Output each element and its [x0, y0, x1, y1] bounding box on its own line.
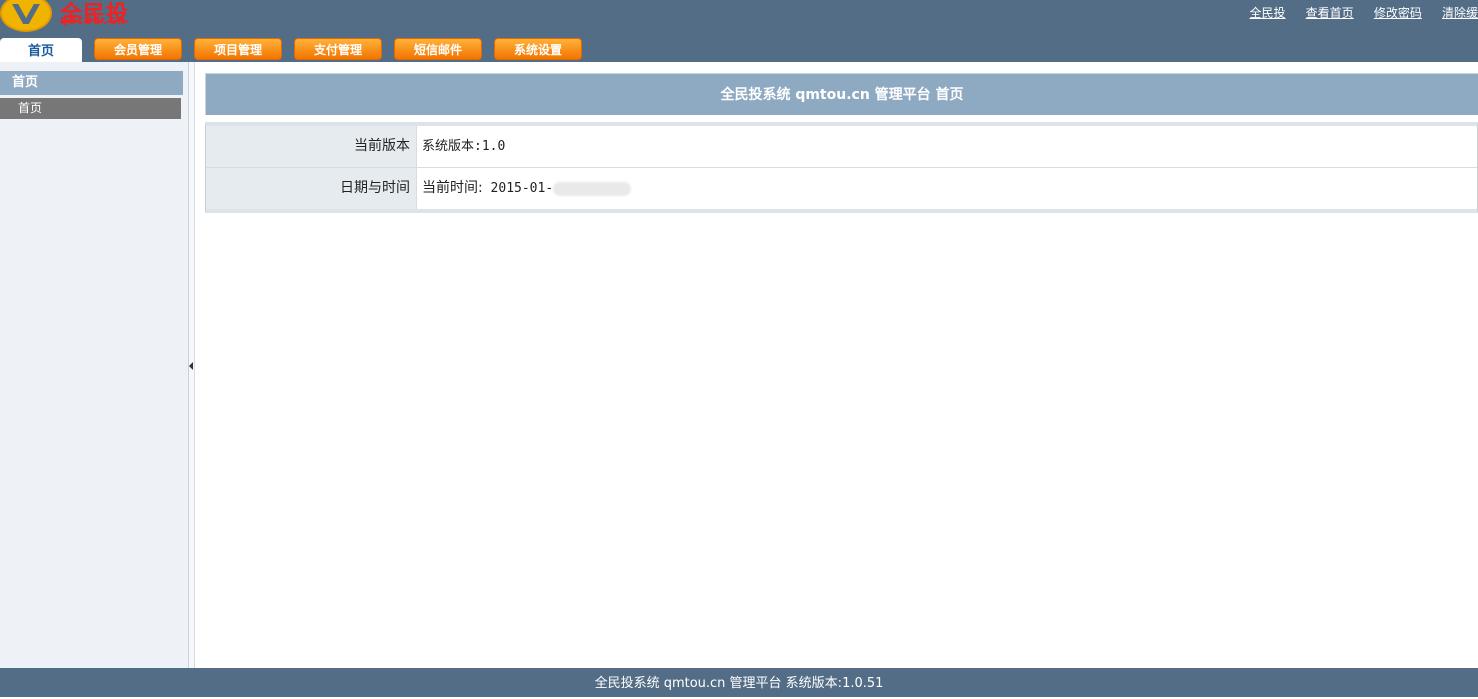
link-view-homepage[interactable]: 查看首页: [1306, 6, 1354, 20]
page-title: 全民投系统 qmtou.cn 管理平台 首页: [205, 73, 1478, 115]
tab-system-settings[interactable]: 系统设置: [494, 38, 582, 60]
link-site-name[interactable]: 全民投: [1250, 6, 1286, 20]
link-change-password[interactable]: 修改密码: [1374, 6, 1422, 20]
table-row: 日期与时间 当前时间: 2015-01-: [206, 168, 1477, 209]
tab-project-management[interactable]: 项目管理: [194, 38, 282, 60]
main-content: 全民投系统 qmtou.cn 管理平台 首页 当前版本 系统版本:1.0 日期与…: [205, 73, 1478, 213]
collapse-arrow-icon[interactable]: [189, 362, 193, 370]
tab-payment-management[interactable]: 支付管理: [294, 38, 382, 60]
logo-mark-icon: [0, 0, 52, 32]
tab-sms-email[interactable]: 短信邮件: [394, 38, 482, 60]
row-value-version: 系统版本:1.0: [417, 126, 505, 167]
version-text: 系统版本:1.0: [422, 139, 506, 154]
datetime-text: 2015-01-: [490, 181, 554, 196]
row-value-datetime: 当前时间: 2015-01-: [417, 168, 632, 209]
redacted-area: [553, 181, 632, 196]
tab-member-management[interactable]: 会员管理: [94, 38, 182, 60]
link-clear-cache[interactable]: 清除缓: [1442, 6, 1478, 20]
sidebar: 首页 首页: [0, 62, 189, 668]
sidebar-collapse-handle[interactable]: [189, 62, 195, 668]
row-label-version: 当前版本: [206, 126, 417, 167]
logo-domain: qmtou.cn: [60, 13, 126, 27]
row-label-datetime: 日期与时间: [206, 168, 417, 209]
info-table: 当前版本 系统版本:1.0 日期与时间 当前时间: 2015-01-: [205, 122, 1478, 213]
footer: 全民投系统 qmtou.cn 管理平台 系统版本:1.0.51: [0, 668, 1478, 697]
top-links: 全民投 查看首页 修改密码 清除缓: [1234, 4, 1478, 21]
sidebar-item-home[interactable]: 首页: [0, 98, 181, 119]
tab-home[interactable]: 首页: [0, 38, 82, 62]
sidebar-section-title[interactable]: 首页: [0, 71, 183, 95]
logo[interactable]: 全民投 qmtou.cn: [0, 0, 160, 32]
header-bar: 全民投 qmtou.cn 全民投 查看首页 修改密码 清除缓 首页 会员管理 项…: [0, 0, 1478, 62]
table-row: 当前版本 系统版本:1.0: [206, 126, 1477, 168]
datetime-prefix: 当前时间:: [422, 180, 483, 196]
